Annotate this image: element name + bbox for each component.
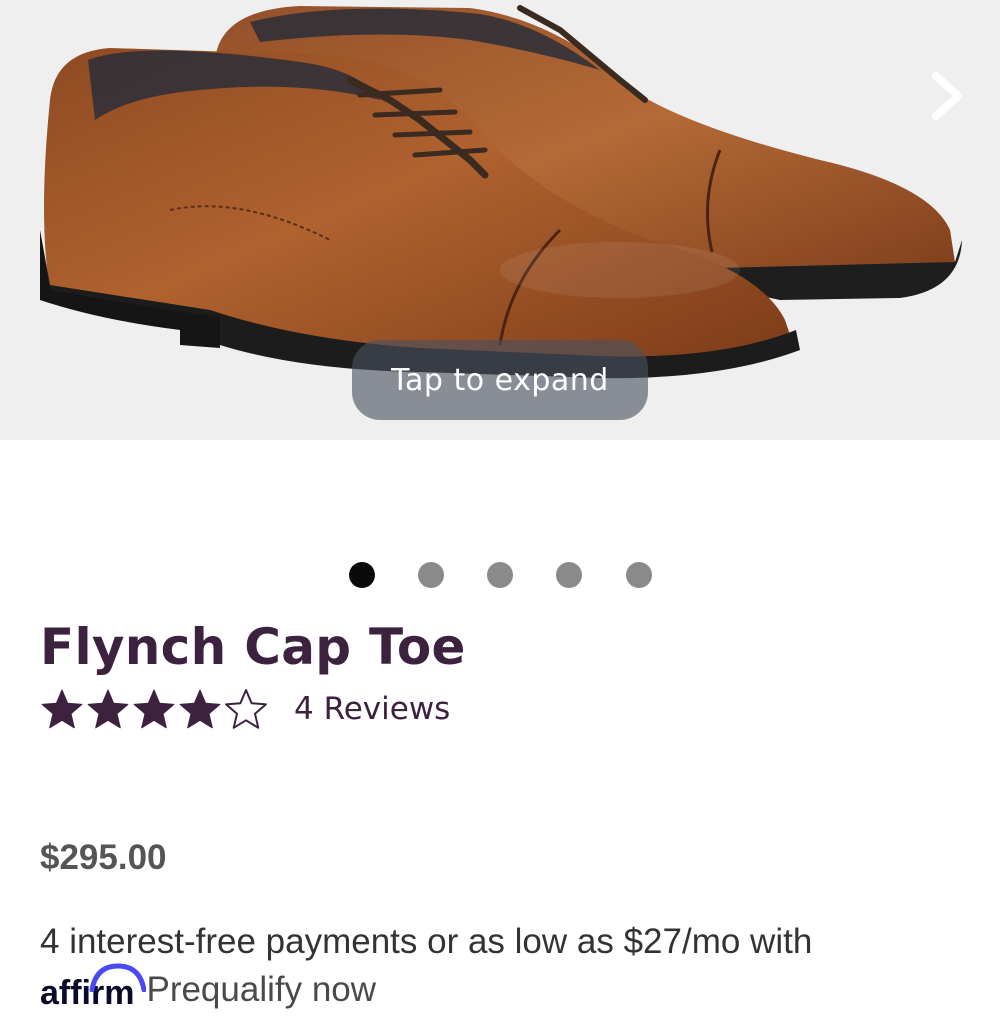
- star-filled-icon: [87, 689, 129, 729]
- star-filled-icon: [179, 689, 221, 729]
- carousel-dot[interactable]: [556, 562, 582, 588]
- reviews-link[interactable]: 4 Reviews: [294, 691, 450, 727]
- star-rating[interactable]: [40, 687, 270, 731]
- chevron-right-icon[interactable]: [922, 66, 972, 126]
- affirm-row: affirm Prequalify now: [40, 962, 376, 1022]
- affirm-arc-icon: [89, 963, 146, 992]
- tap-to-expand-label: Tap to expand: [391, 362, 609, 398]
- carousel-pagination: [0, 562, 1000, 590]
- star-filled-icon: [133, 689, 175, 729]
- prequalify-link[interactable]: Prequalify now: [146, 962, 376, 1010]
- carousel-dot[interactable]: [487, 562, 513, 588]
- rating-row: 4 Reviews: [40, 688, 450, 730]
- carousel-dot[interactable]: [626, 562, 652, 588]
- star-empty-icon: [225, 689, 267, 729]
- payment-info: 4 interest-free payments or as low as $2…: [40, 922, 813, 961]
- carousel-dot[interactable]: [349, 562, 375, 588]
- star-filled-icon: [41, 689, 83, 729]
- product-image[interactable]: Tap to expand: [0, 0, 1000, 440]
- tap-to-expand-button[interactable]: Tap to expand: [352, 340, 648, 420]
- product-title: Flynch Cap Toe: [40, 618, 466, 676]
- product-price: $295.00: [40, 838, 167, 877]
- carousel-dot[interactable]: [418, 562, 444, 588]
- affirm-logo: affirm: [40, 962, 146, 1013]
